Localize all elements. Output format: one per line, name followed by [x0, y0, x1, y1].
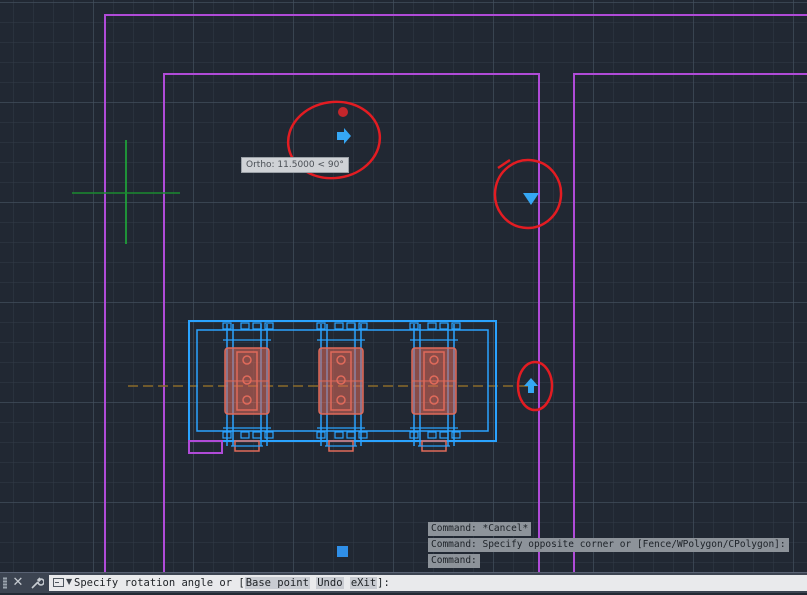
history-line: Command: Specify opposite corner or [Fen…: [428, 538, 789, 552]
chevron-down-icon[interactable]: ▼: [66, 577, 72, 586]
customize-wrench-icon[interactable]: [29, 575, 45, 591]
prompt-suffix: ]:: [377, 577, 390, 589]
down-triangle-grip-icon[interactable]: [523, 193, 539, 205]
command-prompt-text: Specify rotation angle or [Base point Un…: [74, 575, 390, 591]
command-history: Command: *Cancel* Command: Specify oppos…: [428, 522, 789, 570]
history-line: Command:: [428, 554, 480, 568]
room-boundary-right[interactable]: [573, 73, 807, 572]
red-grip-dot[interactable]: [338, 107, 348, 117]
history-line: Command: *Cancel*: [428, 522, 532, 536]
right-arrow-grip-icon[interactable]: [337, 128, 351, 144]
ortho-tooltip: Ortho: 11.5000 < 90°: [241, 157, 349, 173]
selected-block[interactable]: [188, 320, 497, 454]
prompt-prefix: Specify rotation angle or [: [74, 577, 245, 589]
outer-boundary[interactable]: [104, 14, 807, 572]
base-point-grip-icon[interactable]: [337, 546, 348, 557]
drawing-canvas[interactable]: Ortho: 11.5000 < 90° Command: *Cancel* C…: [0, 0, 807, 572]
command-input[interactable]: ▼ Specify rotation angle or [Base point …: [49, 575, 807, 591]
option-base-point[interactable]: Base point: [244, 577, 310, 589]
up-arrow-grip-icon[interactable]: [524, 378, 538, 393]
contactor-unit[interactable]: [222, 322, 274, 452]
option-exit[interactable]: eXit: [349, 577, 378, 589]
contactor-unit[interactable]: [409, 322, 461, 452]
command-line-bar[interactable]: ✕ ▼ Specify rotation angle or [Base poin…: [0, 572, 807, 593]
option-undo[interactable]: Undo: [316, 577, 344, 589]
grip-handle-icon[interactable]: [3, 577, 7, 589]
drawing-svg[interactable]: [0, 0, 807, 572]
contactor-unit[interactable]: [316, 322, 368, 452]
close-icon[interactable]: ✕: [10, 575, 26, 591]
command-prompt-icon[interactable]: [53, 578, 64, 587]
